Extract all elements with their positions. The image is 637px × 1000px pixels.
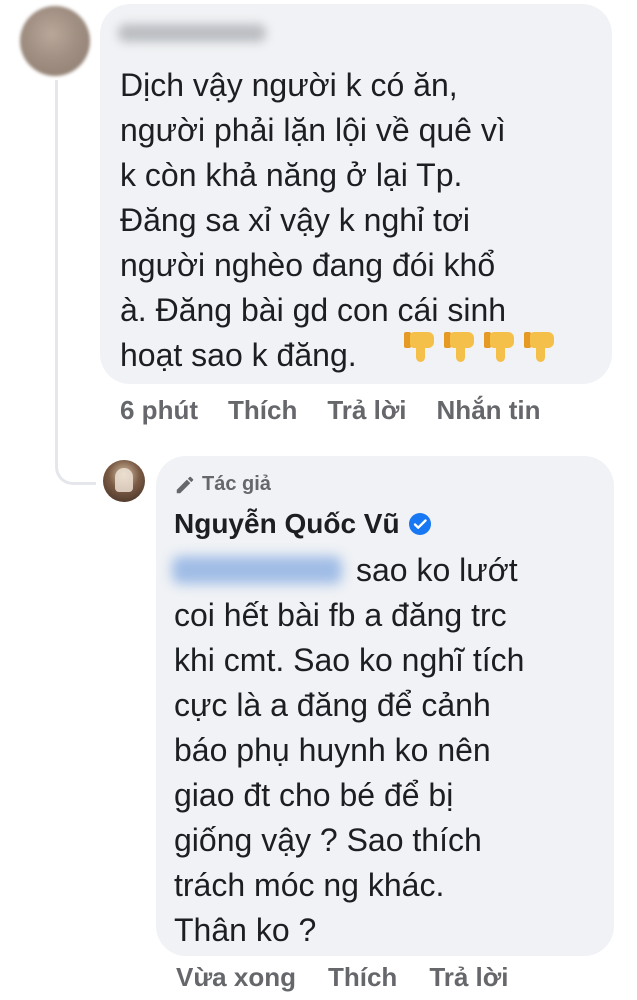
- reply-reply-button[interactable]: Trả lời: [429, 962, 508, 993]
- author-name-row: Nguyễn Quốc Vũ: [174, 508, 432, 540]
- pencil-icon: [176, 476, 194, 493]
- message-button[interactable]: Nhắn tin: [437, 395, 541, 426]
- author-avatar[interactable]: [103, 460, 145, 502]
- verified-badge-icon: [408, 513, 431, 535]
- thumbs-down-icon: [484, 330, 518, 362]
- reply-thread-connector: [55, 80, 96, 485]
- reply-button[interactable]: Trả lời: [327, 395, 406, 426]
- thumbs-down-icon: [404, 330, 438, 362]
- comment-timestamp[interactable]: 6 phút: [120, 395, 198, 426]
- author-badge: Tác giả: [174, 473, 271, 496]
- commenter-name-blurred[interactable]: [118, 24, 266, 42]
- reply-timestamp[interactable]: Vừa xong: [176, 962, 296, 993]
- commenter-avatar[interactable]: [20, 6, 90, 76]
- like-button[interactable]: Thích: [228, 395, 297, 426]
- thumbs-down-icon: [444, 330, 478, 362]
- reply-like-button[interactable]: Thích: [328, 962, 397, 993]
- author-badge-label: Tác giả: [202, 473, 271, 495]
- reply-actions: Vừa xong Thích Trả lời: [176, 962, 509, 993]
- comment-emoji-row: [404, 330, 558, 362]
- reply-text: sao ko lướt coi hết bài fb a đăng trc kh…: [174, 552, 525, 948]
- thumbs-down-icon: [524, 330, 558, 362]
- author-name[interactable]: Nguyễn Quốc Vũ: [174, 508, 400, 540]
- comment-actions: 6 phút Thích Trả lời Nhắn tin: [120, 395, 541, 426]
